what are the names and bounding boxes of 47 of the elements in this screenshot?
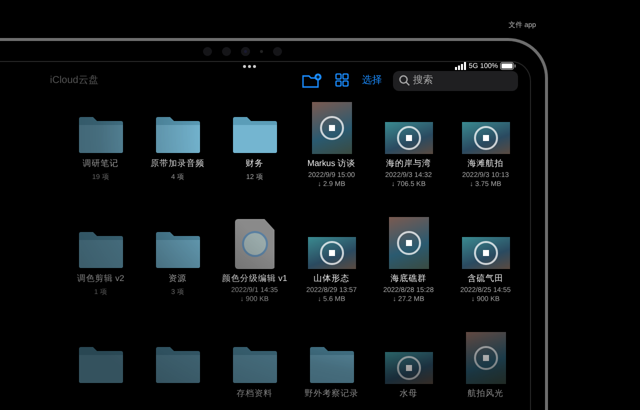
file-name: Markus 访谈 — [307, 158, 356, 170]
file-name: 财务 — [246, 158, 264, 170]
video-thumbnail[interactable] — [466, 332, 506, 384]
video-thumbnail[interactable] — [462, 122, 510, 154]
grid-view-icon[interactable] — [335, 73, 349, 87]
document-icon[interactable] — [234, 219, 274, 269]
file-name: 水母 — [400, 388, 418, 400]
file-name: 海的岸与湾 — [386, 158, 431, 170]
file-name: 野外考察记录 — [304, 388, 358, 400]
file-name: 原带加录音频 — [150, 158, 204, 170]
stop-icon — [396, 231, 420, 255]
video-thumbnail[interactable] — [384, 352, 432, 384]
stop-icon — [396, 126, 420, 150]
location-title: iCloud云盘 — [50, 74, 98, 87]
file-name: 航拍风光 — [468, 388, 504, 400]
file-name: 颜色分级编辑 v1 — [222, 273, 288, 285]
file-name: 海滩航拍 — [468, 158, 504, 170]
folder-icon[interactable] — [154, 231, 202, 269]
file-name: 含硫气田 — [468, 273, 504, 285]
video-thumbnail[interactable] — [462, 237, 510, 269]
video-thumbnail[interactable] — [384, 122, 432, 154]
video-thumbnail[interactable] — [308, 237, 356, 269]
search-field[interactable]: 搜索 — [393, 70, 518, 90]
search-icon — [399, 75, 410, 86]
file-name: 海底礁群 — [390, 273, 426, 285]
stop-icon — [474, 346, 498, 370]
stop-icon — [474, 126, 498, 150]
file-name: 存档资料 — [236, 388, 272, 400]
signal-icon — [454, 62, 467, 70]
folder-icon[interactable] — [76, 116, 124, 154]
file-name: 山体形态 — [314, 273, 350, 285]
file-name: 调色剪辑 v2 — [76, 273, 124, 285]
folder-icon[interactable] — [230, 116, 278, 154]
video-thumbnail[interactable] — [312, 102, 352, 154]
new-folder-icon[interactable] — [302, 72, 322, 88]
battery-icon — [500, 62, 516, 70]
file-name: 调研笔记 — [82, 158, 118, 170]
folder-icon[interactable] — [154, 116, 202, 154]
stop-icon — [396, 356, 420, 380]
multitask-dots-icon[interactable] — [243, 64, 256, 68]
folder-icon[interactable] — [308, 346, 356, 384]
stop-icon — [474, 241, 498, 265]
file-name: 资源 — [168, 273, 186, 285]
select-button[interactable]: 选择 — [362, 73, 382, 87]
stop-icon — [320, 116, 344, 140]
video-thumbnail[interactable] — [388, 217, 428, 269]
stop-icon — [320, 241, 344, 265]
